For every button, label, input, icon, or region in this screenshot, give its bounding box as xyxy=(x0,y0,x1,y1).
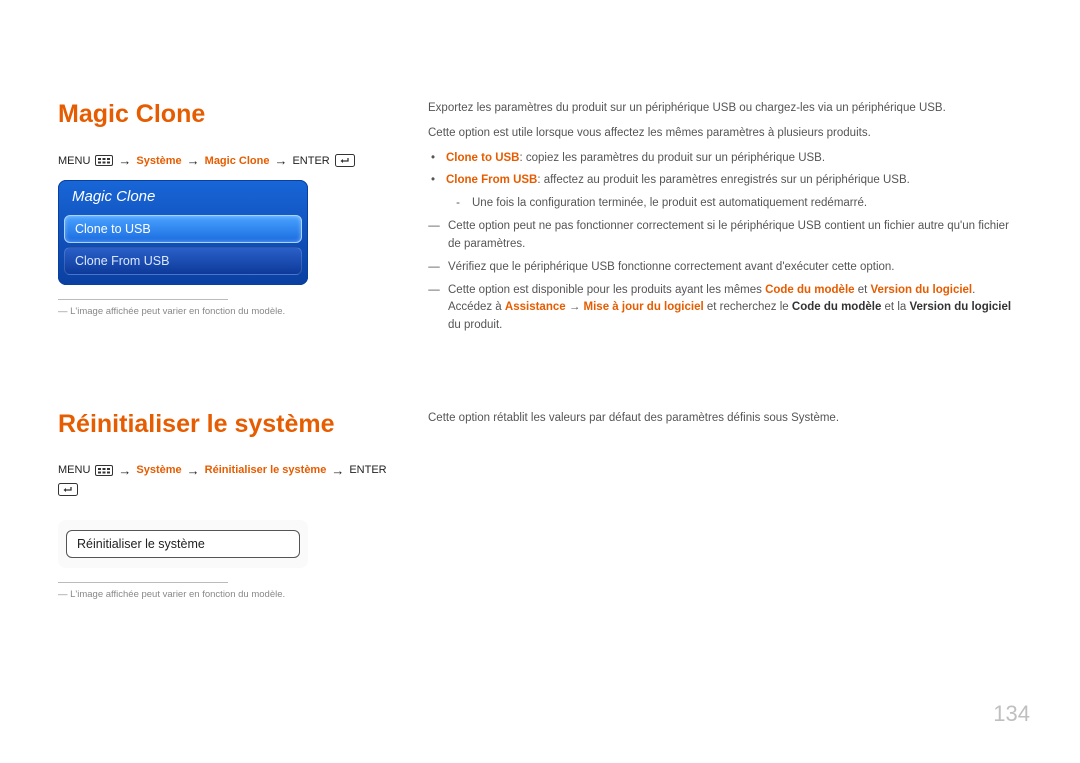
breadcrumb-reinit: MENU → Système → Réinitialiser le systèm… xyxy=(58,463,388,496)
enter-icon xyxy=(58,483,78,496)
bullet-clone-to-usb: • Clone to USB: copiez les paramètres du… xyxy=(428,150,1022,168)
arrow-icon: → xyxy=(331,463,344,478)
note-line: ― Vérifiez que le périphérique USB fonct… xyxy=(428,259,1022,277)
menu-grid-icon xyxy=(95,464,113,476)
osd-window-magic-clone: Magic Clone Clone to USB Clone From USB xyxy=(58,180,308,285)
note-line: ― Cette option est disponible pour les p… xyxy=(428,282,1022,335)
breadcrumb-menu-label: MENU xyxy=(58,464,90,476)
section-magic-clone: Magic Clone MENU → Système → Magic Clone… xyxy=(58,100,1022,340)
description-magic-clone: Exportez les paramètres du produit sur u… xyxy=(428,100,1022,340)
label-clone-to-usb: Clone to USB xyxy=(446,152,519,164)
footnote-rule xyxy=(58,582,228,583)
arrow-icon: → xyxy=(274,153,287,168)
osd-item-clone-to-usb[interactable]: Clone to USB xyxy=(64,215,302,243)
footnote-text: L'image affichée peut varier en fonction… xyxy=(58,306,388,317)
menu-grid-icon xyxy=(95,155,113,167)
heading-magic-clone: Magic Clone xyxy=(58,100,388,129)
osd-item-clone-from-usb[interactable]: Clone From USB xyxy=(64,247,302,275)
osd-title: Magic Clone xyxy=(58,180,308,211)
section-reinit-systeme: Réinitialiser le système MENU → Système … xyxy=(58,410,1022,600)
paragraph: Cette option rétablit les valeurs par dé… xyxy=(428,410,1022,428)
note-line: ― Cette option peut ne pas fonctionner c… xyxy=(428,218,1022,254)
footnote-text: L'image affichée peut varier en fonction… xyxy=(58,589,388,600)
paragraph: Exportez les paramètres du produit sur u… xyxy=(428,100,1022,118)
breadcrumb-enter-label: ENTER xyxy=(292,155,329,167)
breadcrumb-menu-label: MENU xyxy=(58,155,90,167)
heading-reinit: Réinitialiser le système xyxy=(58,410,388,439)
arrow-icon: → xyxy=(118,463,131,478)
breadcrumb-magic-clone: MENU → Système → Magic Clone → ENTER xyxy=(58,153,388,168)
breadcrumb-systeme: Système xyxy=(136,464,181,476)
paragraph: Cette option est utile lorsque vous affe… xyxy=(428,125,1022,143)
footnote-rule xyxy=(58,299,228,300)
osd-item-reinit[interactable]: Réinitialiser le système xyxy=(66,530,300,558)
enter-icon xyxy=(335,154,355,167)
breadcrumb-systeme: Système xyxy=(136,155,181,167)
arrow-icon: → xyxy=(187,153,200,168)
breadcrumb-magic-clone-label: Magic Clone xyxy=(205,155,270,167)
page-number: 134 xyxy=(993,701,1030,727)
description-reinit: Cette option rétablit les valeurs par dé… xyxy=(428,410,1022,600)
arrow-icon: → xyxy=(187,463,200,478)
breadcrumb-enter-label: ENTER xyxy=(349,464,386,476)
sub-bullet: - Une fois la configuration terminée, le… xyxy=(452,195,1022,213)
breadcrumb-reinit-label: Réinitialiser le système xyxy=(205,464,327,476)
osd-window-reinit: Réinitialiser le système xyxy=(58,520,308,568)
arrow-icon: → xyxy=(118,153,131,168)
label-clone-from-usb: Clone From USB xyxy=(446,174,537,186)
bullet-clone-from-usb: • Clone From USB: affectez au produit le… xyxy=(428,172,1022,190)
